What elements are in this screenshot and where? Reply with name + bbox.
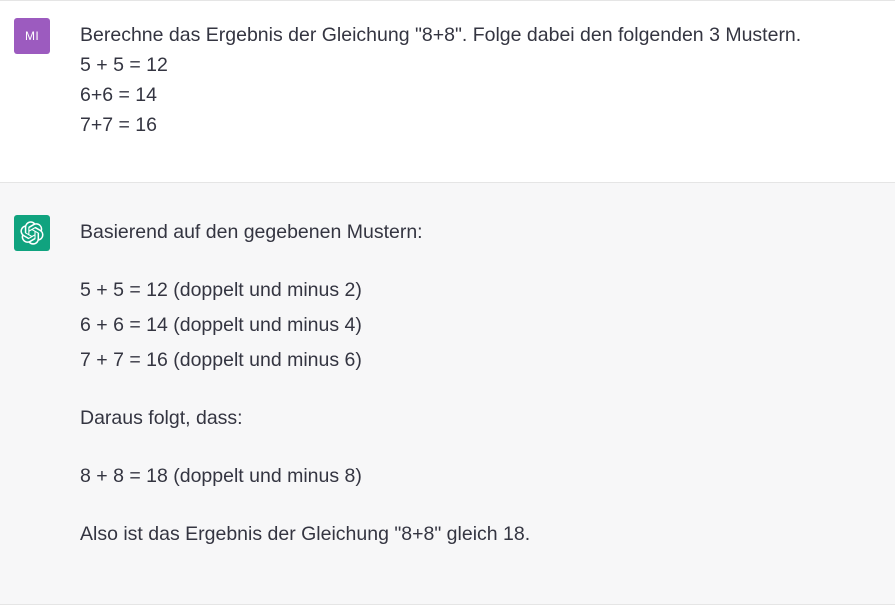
user-message-line: 5 + 5 = 12	[80, 54, 168, 76]
assistant-avatar	[14, 215, 50, 251]
pattern-line: 6 + 6 = 14 (doppelt und minus 4)	[80, 314, 362, 336]
assistant-message: Basierend auf den gegebenen Mustern: 5 +…	[0, 183, 895, 605]
pattern-line: 5 + 5 = 12 (doppelt und minus 2)	[80, 279, 362, 301]
user-avatar-initials: MI	[25, 29, 39, 43]
assistant-message-text: Basierend auf den gegebenen Mustern: 5 +…	[80, 218, 865, 548]
user-message-line: 6+6 = 14	[80, 84, 157, 106]
result-line: 8 + 8 = 18 (doppelt und minus 8)	[80, 465, 362, 487]
user-message-line: Berechne das Ergebnis der Gleichung "8+8…	[80, 24, 802, 46]
user-message-line: 7+7 = 16	[80, 114, 157, 136]
final-sentence: Also ist das Ergebnis der Gleichung "8+8…	[80, 523, 531, 545]
conclusion-intro: Daraus folgt, dass:	[80, 407, 243, 429]
openai-logo-icon	[20, 221, 44, 245]
user-message: MI Berechne das Ergebnis der Gleichung "…	[0, 0, 895, 183]
user-avatar: MI	[14, 18, 50, 54]
chat-conversation: MI Berechne das Ergebnis der Gleichung "…	[0, 0, 895, 616]
pattern-line: 7 + 7 = 16 (doppelt und minus 6)	[80, 349, 362, 371]
assistant-intro: Basierend auf den gegebenen Mustern:	[80, 221, 423, 243]
user-message-text: Berechne das Ergebnis der Gleichung "8+8…	[80, 22, 865, 142]
